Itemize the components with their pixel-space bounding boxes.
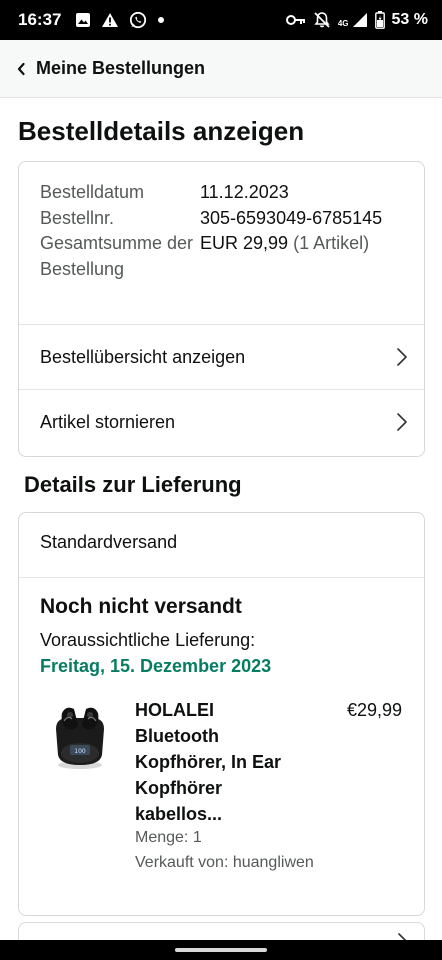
svg-text:100: 100 [74, 748, 86, 755]
view-order-summary-label: Bestellübersicht anzeigen [40, 346, 246, 367]
order-total-row: Gesamtsumme der Bestellung EUR 29,99 (1 … [40, 231, 410, 282]
delivery-card: Standardversand Noch nicht versandt Vora… [18, 512, 425, 916]
product-seller: Verkauft von: huangliwen [135, 854, 314, 871]
order-date-value: 11.12.2023 [200, 182, 289, 202]
delivery-section-title: Details zur Lieferung [24, 472, 242, 497]
order-info: Bestelldatum 11.12.2023 Bestellnr. 305-6… [40, 180, 410, 282]
page-title: Bestelldetails anzeigen [18, 116, 305, 146]
notification-icons [75, 11, 165, 29]
order-number-value: 305-6593049-6785145 [200, 207, 383, 228]
chevron-right-icon [396, 412, 408, 432]
network-type: 4G [337, 19, 349, 28]
shipment-status: Noch nicht versandt [40, 595, 242, 618]
product-quantity: Menge: 1 [135, 829, 202, 846]
chevron-left-icon [16, 62, 26, 76]
signal-icon [352, 12, 368, 28]
muted-bell-icon [313, 11, 331, 29]
status-time: 16:37 [18, 10, 62, 29]
system-navigation-bar [0, 940, 442, 960]
order-total-amount: EUR 29,99 [200, 233, 289, 253]
cancel-items-link[interactable]: Artikel stornieren [19, 389, 424, 454]
dot-icon [157, 16, 165, 24]
chevron-right-icon [396, 347, 408, 367]
order-date-label: Bestelldatum [40, 182, 145, 202]
order-item-count: (1 Artikel) [293, 233, 370, 253]
warning-icon [101, 12, 119, 28]
home-gesture-handle[interactable] [175, 948, 267, 952]
order-total-label: Gesamtsumme der Bestellung [40, 233, 194, 279]
back-link-label[interactable]: Meine Bestellungen [36, 58, 205, 79]
order-summary-card: Bestelldatum 11.12.2023 Bestellnr. 305-6… [18, 161, 425, 457]
image-icon [75, 12, 91, 28]
order-total-value: EUR 29,99 (1 Artikel) [200, 231, 410, 282]
back-navigation[interactable]: Meine Bestellungen [0, 40, 442, 98]
eta-label: Voraussichtliche Lieferung: [40, 630, 256, 650]
view-order-summary-link[interactable]: Bestellübersicht anzeigen [19, 324, 424, 389]
eta-date: Freitag, 15. Dezember 2023 [40, 656, 272, 676]
order-number-label: Bestellnr. [40, 207, 115, 228]
battery-icon [374, 11, 385, 29]
key-icon [285, 14, 306, 26]
status-bar: 16:37 4G 53 % [0, 0, 442, 40]
order-date-row: Bestelldatum 11.12.2023 [40, 180, 410, 206]
order-number-row: Bestellnr. 305-6593049-6785145 [40, 206, 410, 232]
battery-percentage: 53 % [391, 11, 428, 28]
divider [19, 577, 424, 578]
product-price: €29,99 [346, 700, 402, 720]
product-image[interactable]: 100 [48, 703, 112, 771]
system-icons: 4G 53 % [285, 11, 428, 29]
whatsapp-icon [129, 11, 147, 29]
product-title[interactable]: HOLALEI Bluetooth Kopfhörer, In Ear Kopf… [135, 697, 295, 827]
shipping-type: Standardversand [40, 532, 178, 552]
cancel-items-label: Artikel stornieren [40, 411, 176, 432]
